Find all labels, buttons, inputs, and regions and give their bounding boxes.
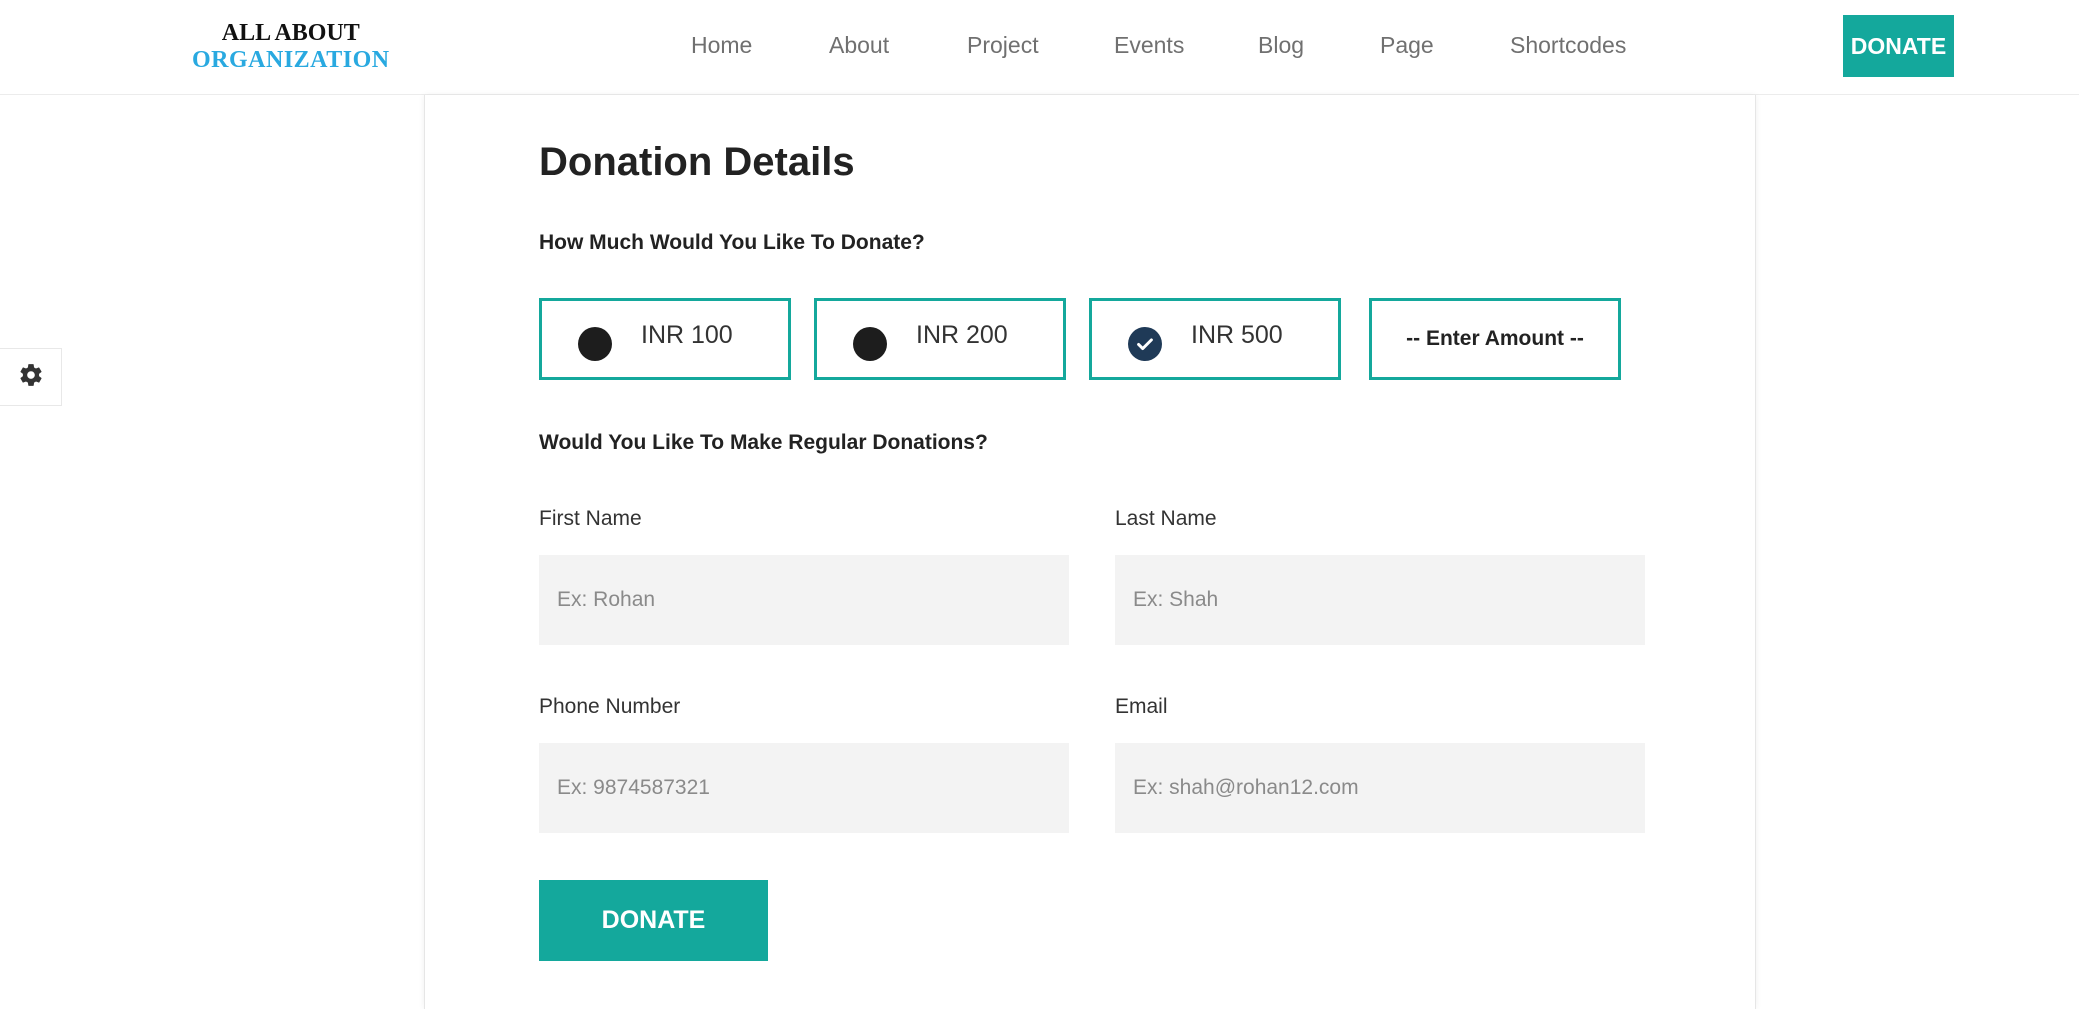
- logo-line-1: ALL ABOUT: [221, 20, 360, 46]
- first-name-label: First Name: [539, 507, 642, 530]
- logo-line-2: ORGANIZATION: [192, 47, 390, 73]
- amount-option-200[interactable]: INR 200: [814, 298, 1066, 380]
- site-header: ALL ABOUT ORGANIZATION Home About Projec…: [0, 0, 2079, 95]
- nav-home[interactable]: Home: [691, 32, 752, 59]
- radio-unselected-icon: [578, 327, 612, 361]
- settings-toggle[interactable]: [0, 348, 62, 406]
- amount-label: INR 500: [1191, 321, 1283, 349]
- first-name-field[interactable]: [539, 555, 1069, 645]
- header-donate-button[interactable]: DONATE: [1843, 15, 1954, 77]
- amount-label: INR 100: [641, 321, 733, 349]
- amount-question: How Much Would You Like To Donate?: [539, 231, 925, 254]
- phone-number-label: Phone Number: [539, 695, 681, 718]
- amount-option-500[interactable]: INR 500: [1089, 298, 1341, 380]
- donation-card: Donation Details How Much Would You Like…: [424, 95, 1756, 1009]
- last-name-field[interactable]: [1115, 555, 1645, 645]
- email-field[interactable]: [1115, 743, 1645, 833]
- donate-submit-button[interactable]: DONATE: [539, 880, 768, 961]
- nav-shortcodes[interactable]: Shortcodes: [1510, 32, 1626, 59]
- nav-events[interactable]: Events: [1114, 32, 1184, 59]
- last-name-label: Last Name: [1115, 507, 1217, 530]
- nav-project[interactable]: Project: [967, 32, 1039, 59]
- amount-option-100[interactable]: INR 100: [539, 298, 791, 380]
- nav-blog[interactable]: Blog: [1258, 32, 1304, 59]
- phone-number-field[interactable]: [539, 743, 1069, 833]
- page-title: Donation Details: [539, 140, 855, 184]
- nav-page[interactable]: Page: [1380, 32, 1434, 59]
- nav-about[interactable]: About: [829, 32, 889, 59]
- gear-icon: [18, 362, 44, 393]
- email-label: Email: [1115, 695, 1168, 718]
- amount-label: INR 200: [916, 321, 1008, 349]
- checkmark-icon: [1128, 327, 1162, 361]
- custom-amount-input[interactable]: [1372, 301, 1618, 377]
- radio-unselected-icon: [853, 327, 887, 361]
- site-logo[interactable]: ALL ABOUT ORGANIZATION: [192, 20, 390, 74]
- regular-donation-question: Would You Like To Make Regular Donations…: [539, 431, 988, 454]
- custom-amount-box: [1369, 298, 1621, 380]
